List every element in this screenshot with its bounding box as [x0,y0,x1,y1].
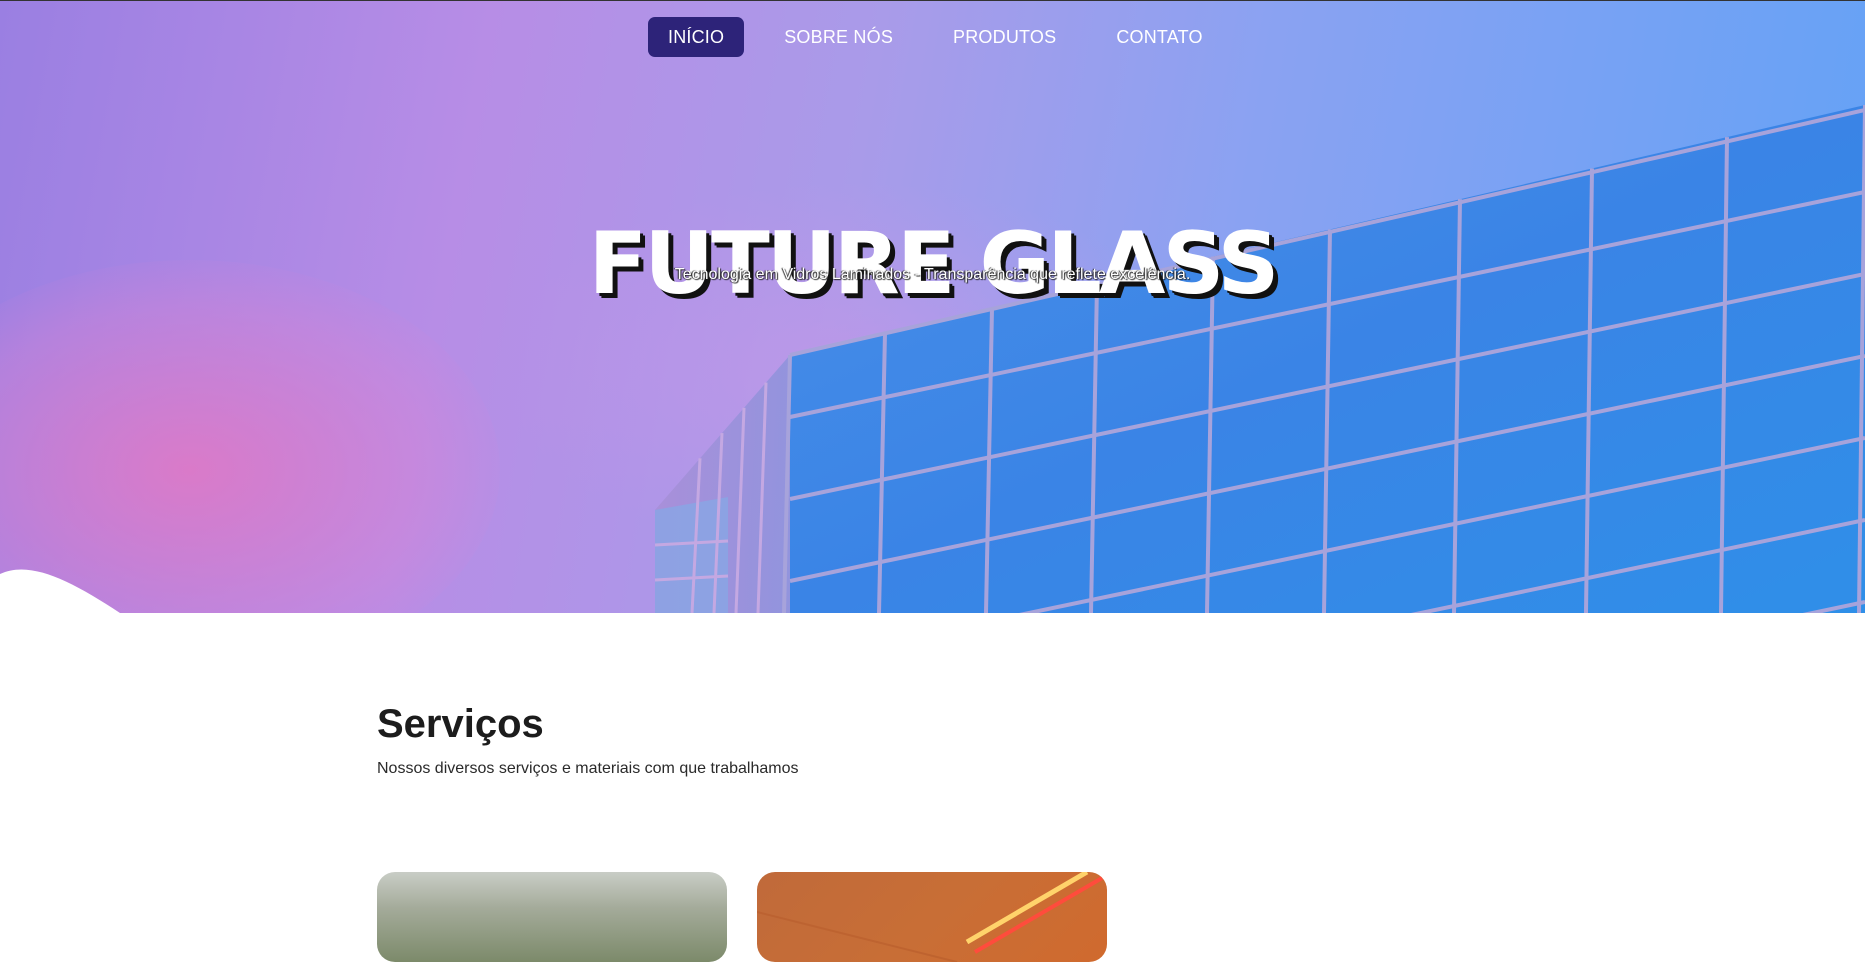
nav-item-produtos[interactable]: PRODUTOS [933,17,1076,57]
nav-item-sobre-nos[interactable]: SOBRE NÓS [764,17,913,57]
service-card-neon[interactable] [757,872,1107,962]
services-title: Serviços [377,702,544,746]
hero-subtitle: Tecnologia em Vidros Laminados - Transpa… [674,266,1191,283]
services-section: Serviços Nossos diversos serviços e mate… [377,698,799,778]
nav-item-contato[interactable]: CONTATO [1096,17,1222,57]
top-border [0,0,1865,1]
neon-stripe-image [757,872,1104,962]
services-description: Nossos diversos serviços e materiais com… [377,760,799,777]
nav-item-inicio[interactable]: INÍCIO [648,17,745,57]
main-navigation: INÍCIO SOBRE NÓS PRODUTOS CONTATO [648,17,1243,57]
service-card-glass[interactable] [377,872,727,962]
hero-bottom-swoosh [0,569,120,613]
hero-title: FUTURE GLASS [588,213,1280,314]
